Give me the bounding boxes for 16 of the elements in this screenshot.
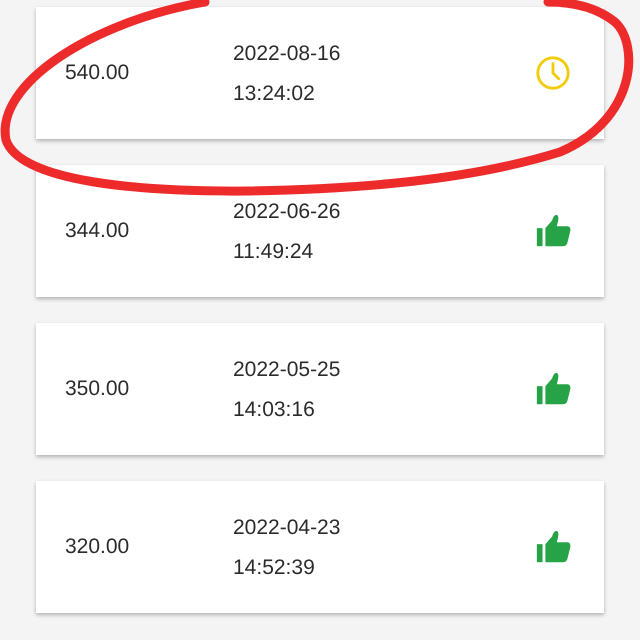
record-card[interactable]: 344.00 2022-06-26 11:49:24	[36, 165, 604, 297]
date-text: 2022-05-25	[233, 356, 340, 382]
record-card[interactable]: 320.00 2022-04-23 14:52:39	[36, 481, 604, 613]
amount-text: 320.00	[65, 534, 130, 560]
amount-text: 540.00	[65, 60, 130, 86]
date-text: 2022-06-26	[233, 198, 340, 224]
amount-text: 344.00	[65, 218, 130, 244]
date-text: 2022-08-16	[233, 40, 340, 66]
time-text: 13:24:02	[233, 80, 315, 106]
time-text: 14:52:39	[233, 554, 315, 580]
amount-text: 350.00	[65, 376, 130, 402]
time-text: 11:49:24	[233, 238, 314, 264]
date-text: 2022-04-23	[233, 514, 340, 540]
record-card[interactable]: 540.00 2022-08-16 13:24:02	[36, 7, 604, 139]
time-text: 14:03:16	[233, 396, 315, 422]
record-card[interactable]: 350.00 2022-05-25 14:03:16	[36, 323, 604, 455]
